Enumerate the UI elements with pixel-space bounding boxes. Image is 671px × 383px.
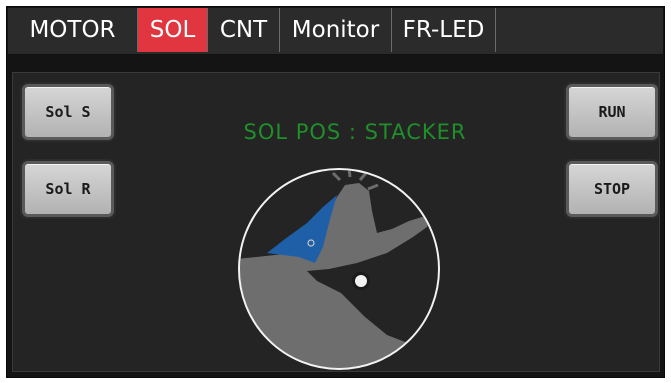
solenoid-position-diagram (238, 168, 440, 370)
stop-button[interactable]: STOP (566, 161, 658, 217)
tab-sol[interactable]: SOL (138, 8, 208, 52)
sol-r-button[interactable]: Sol R (22, 161, 114, 217)
tab-cnt[interactable]: CNT (208, 8, 280, 52)
tab-monitor[interactable]: Monitor (280, 8, 392, 52)
sol-position-status: SOL POS : STACKER (243, 120, 467, 144)
tab-fr-led[interactable]: FR-LED (392, 8, 496, 52)
pivot-pin (355, 275, 367, 287)
tab-bar: MOTOR SOL CNT Monitor FR-LED (8, 8, 663, 55)
tab-motor[interactable]: MOTOR (8, 8, 138, 52)
run-button[interactable]: RUN (566, 84, 658, 140)
sol-s-button[interactable]: Sol S (22, 84, 114, 140)
tab-empty (496, 8, 663, 52)
